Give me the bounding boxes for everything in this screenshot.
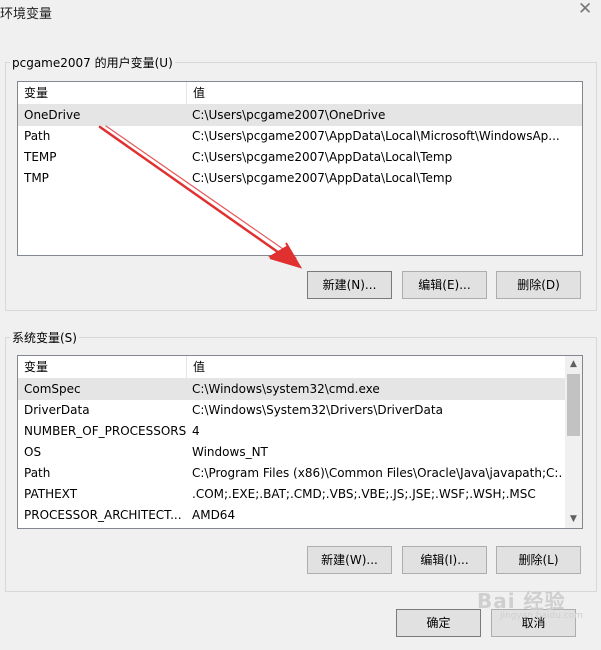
system-new-button[interactable]: 新建(W)... [307,546,392,574]
variable-value-cell: C:\Users\pcgame2007\AppData\Local\Temp [192,171,453,185]
table-row[interactable]: ComSpec C:\Windows\system32\cmd.exe [18,379,565,400]
ok-button[interactable]: 确定 [396,609,481,637]
variable-value-cell: C:\Program Files (x86)\Common Files\Orac… [192,466,561,480]
table-row[interactable]: PATHEXT .COM;.EXE;.BAT;.CMD;.VBS;.VBE;.JS… [18,484,565,505]
table-row[interactable]: Path C:\Program Files (x86)\Common Files\… [18,463,565,484]
scroll-up-icon[interactable]: ▲ [565,356,582,373]
system-variables-rows: ComSpec C:\Windows\system32\cmd.exe Driver… [18,379,565,526]
table-row[interactable]: NUMBER_OF_PROCESSORS 4 [18,421,565,442]
table-header: 变量 值 [18,356,565,379]
variable-value-cell: C:\Windows\System32\Drivers\DriverData [192,403,443,417]
variable-name-cell: ComSpec [24,382,81,396]
user-variables-label: pcgame2007 的用户变量(U) [10,54,175,71]
variable-name-cell: DriverData [24,403,90,417]
variable-value-cell: C:\Windows\system32\cmd.exe [192,382,380,396]
table-row[interactable]: Path C:\Users\pcgame2007\AppData\Local\Mi… [18,126,582,147]
variable-name-cell: Path [24,129,51,143]
variable-value-cell: Windows_NT [192,445,268,459]
variable-name-cell: OneDrive [24,108,81,122]
table-row[interactable]: TMP C:\Users\pcgame2007\AppData\Local\Tem… [18,168,582,189]
system-variables-label: 系统变量(S) [10,329,79,346]
variable-name-cell: NUMBER_OF_PROCESSORS [24,424,186,438]
watermark-url: jingyan.baidu.com [500,611,584,621]
column-header-variable[interactable]: 变量 [18,82,187,104]
table-row[interactable]: OneDrive C:\Users\pcgame2007\OneDrive [18,105,582,126]
window-title: 环境变量 [0,7,53,22]
column-header-variable[interactable]: 变量 [18,356,187,378]
user-edit-button[interactable]: 编辑(E)... [402,271,487,299]
column-header-value[interactable]: 值 [187,356,565,378]
system-variables-table[interactable]: 变量 值 ComSpec C:\Windows\system32\cmd.exe D… [17,355,583,529]
table-row[interactable]: OS Windows_NT [18,442,565,463]
column-header-value[interactable]: 值 [187,82,582,104]
system-delete-button[interactable]: 删除(L) [496,546,581,574]
table-row[interactable]: PROCESSOR_ARCHITECT... AMD64 [18,505,565,526]
variable-name-cell: PATHEXT [24,487,78,501]
close-icon[interactable]: ✕ [578,0,592,19]
table-row[interactable]: TEMP C:\Users\pcgame2007\AppData\Local\Te… [18,147,582,168]
table-header: 变量 值 [18,82,582,105]
variable-name-cell: OS [24,445,42,459]
variable-name-cell: PROCESSOR_ARCHITECT... [24,508,182,522]
vertical-scrollbar[interactable]: ▲ ▼ [565,356,582,528]
variable-value-cell: C:\Users\pcgame2007\AppData\Local\Micros… [192,129,560,143]
table-row[interactable]: DriverData C:\Windows\System32\Drivers\Dr… [18,400,565,421]
user-variables-rows: OneDrive C:\Users\pcgame2007\OneDrive Path… [18,105,582,189]
variable-name-cell: Path [24,466,51,480]
system-edit-button[interactable]: 编辑(I)... [402,546,487,574]
variable-value-cell: 4 [192,424,200,438]
user-variables-table[interactable]: 变量 值 OneDrive C:\Users\pcgame2007\OneDriv… [17,81,583,256]
variable-value-cell: C:\Users\pcgame2007\OneDrive [192,108,386,122]
user-delete-button[interactable]: 删除(D) [496,271,581,299]
variable-name-cell: TMP [24,171,49,185]
watermark-logo: Bai 经验 [477,589,566,613]
user-new-button[interactable]: 新建(N)... [307,271,392,299]
scroll-down-icon[interactable]: ▼ [565,511,582,528]
variable-name-cell: TEMP [24,150,57,164]
variable-value-cell: .COM;.EXE;.BAT;.CMD;.VBS;.VBE;.JS;.JSE;.… [192,487,536,501]
variable-value-cell: AMD64 [192,508,236,522]
variable-value-cell: C:\Users\pcgame2007\AppData\Local\Temp [192,150,453,164]
scrollbar-thumb[interactable] [567,374,580,436]
